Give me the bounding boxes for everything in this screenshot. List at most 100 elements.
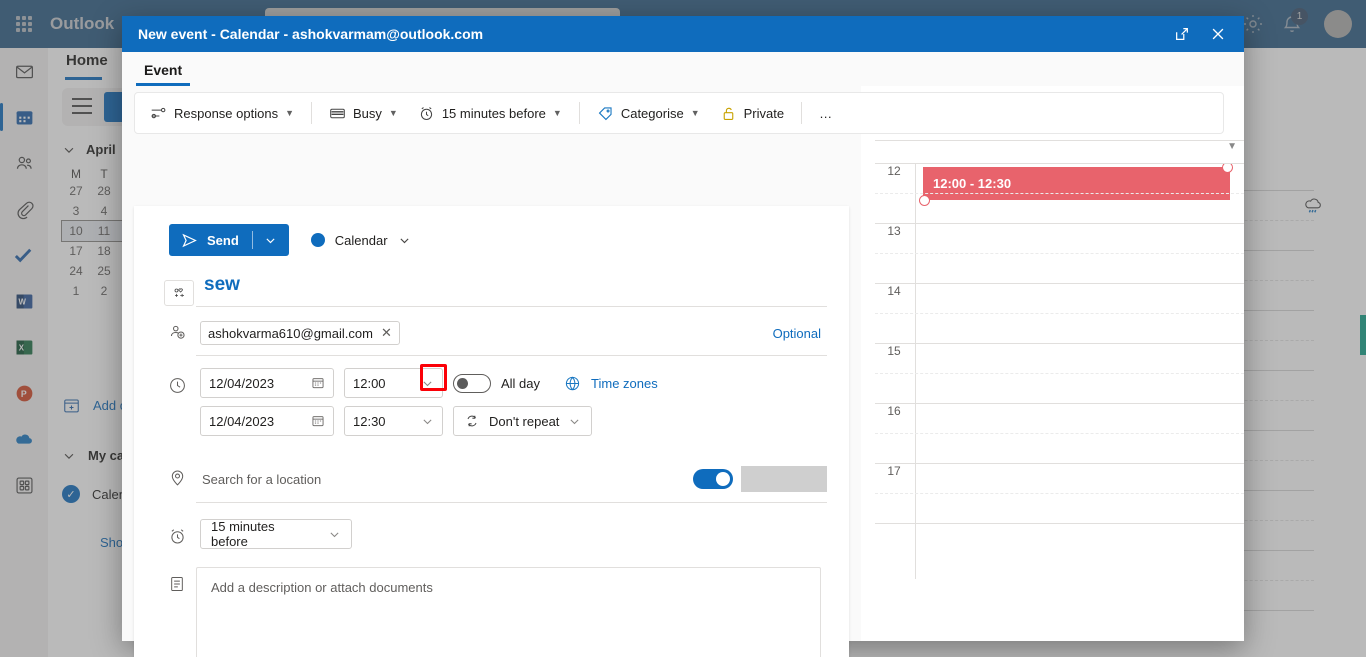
more-options-icon[interactable]: … [810,100,841,127]
dialog-body: Response options ▼ Busy ▼ 15 minutes bef… [122,86,1244,657]
ribbon-reminder[interactable]: 15 minutes before ▼ [409,99,571,128]
end-line: 12/04/2023 12:30 Don't repeat [196,406,827,436]
chevron-down-icon[interactable]: ▼ [389,108,398,118]
teams-label-placeholder [741,466,827,492]
close-icon[interactable]: ✕ [381,325,392,341]
description-icon [158,567,196,593]
chevron-down-icon[interactable]: ▼ [1227,141,1237,152]
chevron-down-icon[interactable] [568,415,581,428]
start-date-value: 12/04/2023 [209,375,275,391]
preview-hour-row[interactable]: 17 [875,464,1244,524]
attendee-email: ashokvarma610@gmail.com [208,325,373,341]
divider [578,102,580,124]
end-date-input[interactable]: 12/04/2023 [200,406,334,436]
preview-hour-label: 13 [887,224,901,238]
preview-hour-label: 12 [887,164,901,178]
close-icon[interactable] [1200,18,1236,50]
chevron-down-icon[interactable] [421,415,434,428]
preview-hour-label: 16 [887,404,901,418]
attendee-line: ashokvarma610@gmail.com ✕ Optional [196,315,827,355]
location-pin-icon [158,460,196,487]
reminder-dropdown[interactable]: 15 minutes before [200,519,352,549]
all-day-toggle[interactable] [453,373,491,393]
ribbon-label: Response options [174,105,279,121]
when-row: 12/04/2023 12:00 All day Time zones 12/0… [134,356,849,444]
divider [801,102,803,124]
ribbon-private[interactable]: Private [711,99,793,128]
send-arrow-icon [181,232,198,249]
time-zones-link[interactable]: Time zones [591,376,658,391]
start-time-input[interactable]: 12:00 [344,364,447,398]
chevron-down-icon[interactable] [421,377,434,390]
send-row: Send Calendar [134,206,849,256]
end-time-value: 12:30 [353,413,386,429]
preview-hour-label: 15 [887,344,901,358]
repeat-dropdown[interactable]: Don't repeat [453,406,593,436]
event-title-value[interactable]: sew [196,270,827,306]
location-field[interactable]: Search for a location [196,460,827,503]
optional-link[interactable]: Optional [773,326,827,341]
tab-event[interactable]: Event [136,62,191,86]
preview-hour-grid[interactable]: 12 12:00 - 12:30 13 14 15 16 17 [875,164,1244,579]
title-icon-cell [158,270,196,306]
send-label: Send [207,232,239,248]
preview-hour-label: 14 [887,284,901,298]
chevron-down-icon[interactable] [398,234,411,247]
reminder-field: 15 minutes before [196,519,827,549]
dialog-title-bar: New event - Calendar - ashokvarmam@outlo… [122,16,1244,52]
attendees-field[interactable]: ashokvarma610@gmail.com ✕ Optional [196,315,827,356]
private-lock-icon [720,105,737,122]
location-placeholder[interactable]: Search for a location [202,472,321,487]
preview-event-block[interactable]: 12:00 - 12:30 [919,164,1233,206]
preview-hour-row[interactable]: 14 [875,284,1244,344]
attendee-chip[interactable]: ashokvarma610@gmail.com ✕ [200,321,400,345]
ribbon-categorise[interactable]: Categorise ▼ [588,99,709,128]
clock-icon [158,368,196,395]
chevron-down-icon[interactable] [328,528,341,541]
start-date-input[interactable]: 12/04/2023 [200,368,334,398]
divider [311,102,312,124]
description-row: Add a description or attach documents [134,567,849,657]
preview-hour-row[interactable]: 13 [875,224,1244,284]
repeat-label: Don't repeat [489,413,560,429]
resize-handle-top[interactable] [1222,164,1233,173]
ribbon-label: Private [743,105,785,121]
calendar-picker-icon[interactable] [311,414,325,428]
calendar-picker-label: Calendar [334,232,388,248]
event-title-field[interactable]: sew [196,270,827,307]
preview-hour-label: 17 [887,464,901,478]
chevron-down-icon[interactable] [264,234,277,247]
event-ribbon: Response options ▼ Busy ▼ 15 minutes bef… [134,92,1237,152]
chevron-down-icon[interactable]: ▼ [691,108,700,118]
popout-icon[interactable] [1164,18,1200,50]
description-editor[interactable]: Add a description or attach documents [196,567,821,657]
description-field: Add a description or attach documents [196,567,827,657]
ribbon-response-options[interactable]: Response options ▼ [141,99,303,128]
alarm-clock-icon [158,519,196,546]
chevron-down-icon[interactable]: ▼ [553,108,562,118]
teams-meeting-toggle[interactable] [693,469,733,489]
ribbon-busy[interactable]: Busy ▼ [320,99,407,128]
end-time-input[interactable]: 12:30 [344,406,443,436]
dialog-title: New event - Calendar - ashokvarmam@outlo… [138,26,484,42]
event-emoji-icon[interactable] [164,280,194,306]
calendar-picker[interactable]: Calendar [310,232,411,248]
send-button[interactable]: Send [169,224,289,256]
ribbon-label: Categorise [620,105,684,121]
resize-handle-bottom[interactable] [919,195,930,206]
attendees-row: ashokvarma610@gmail.com ✕ Optional [134,315,849,356]
start-line: 12/04/2023 12:00 All day Time zones [196,364,827,398]
calendar-picker-icon[interactable] [311,376,325,390]
preview-hour-row[interactable]: 12 12:00 - 12:30 [875,164,1244,224]
location-row: Search for a location [134,460,849,503]
description-placeholder[interactable]: Add a description or attach documents [197,568,820,657]
preview-hour-row[interactable]: 16 [875,404,1244,464]
chevron-down-icon[interactable]: ▼ [285,108,294,118]
reminder-value: 15 minutes before [211,519,275,549]
categorise-tag-icon [597,105,614,122]
when-fields: 12/04/2023 12:00 All day Time zones 12/0… [196,364,827,444]
preview-hour-row[interactable]: 15 [875,344,1244,404]
ribbon-label: Busy [353,105,382,121]
ribbon-label: 15 minutes before [441,105,546,121]
calendar-color-dot [310,233,325,247]
